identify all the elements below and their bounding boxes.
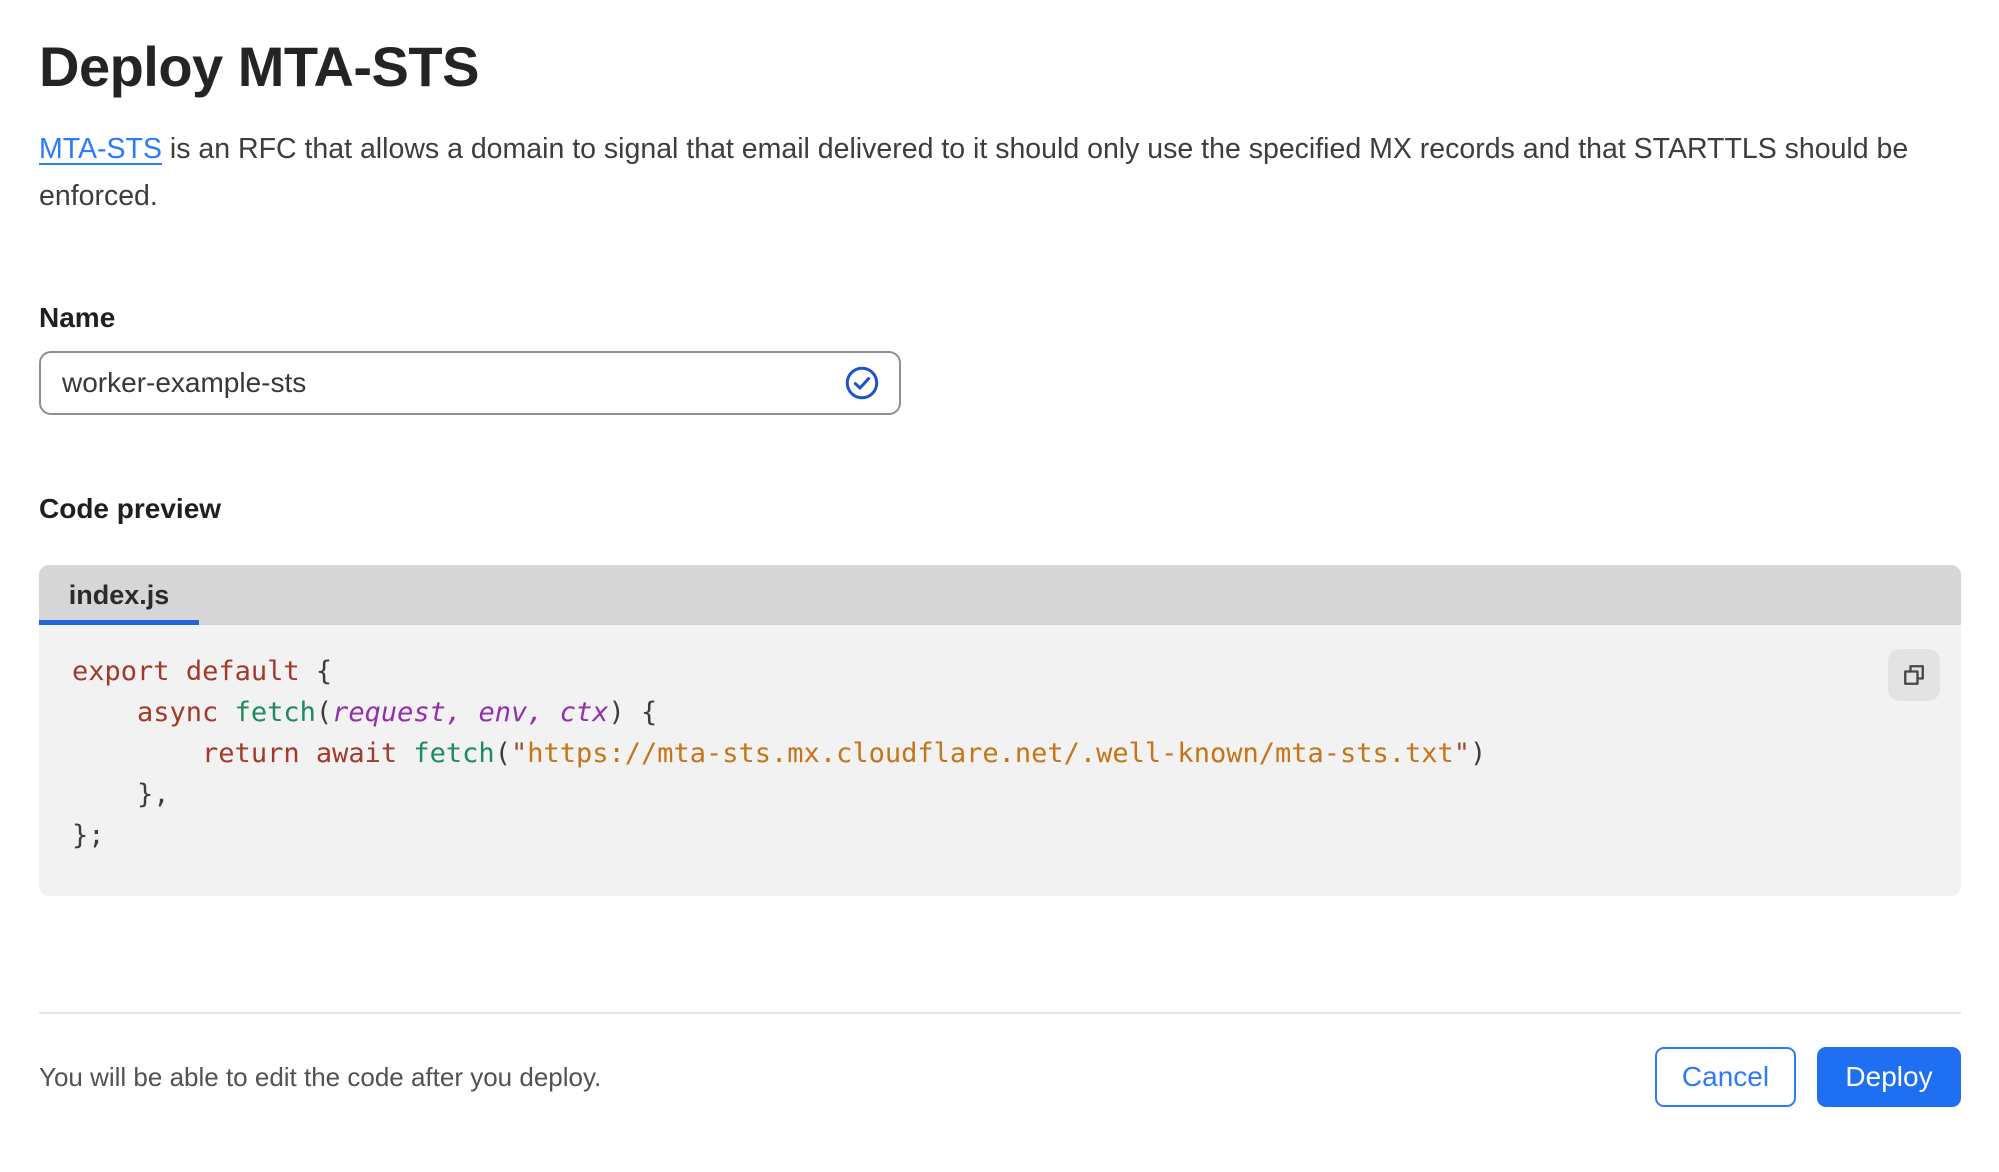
deploy-button[interactable]: Deploy: [1817, 1047, 1961, 1107]
code-line: return await fetch("https://mta-sts.mx.c…: [202, 738, 1487, 769]
name-input[interactable]: [62, 367, 843, 399]
code-line: async fetch(request, env, ctx) {: [137, 697, 658, 728]
code-line: export default {: [72, 656, 333, 687]
description-body: is an RFC that allows a domain to signal…: [39, 133, 1909, 212]
code-preview-card: index.js export default { async fetch(re…: [39, 565, 1961, 896]
description-text: MTA-STS is an RFC that allows a domain t…: [39, 126, 1931, 220]
page-title: Deploy MTA-STS: [39, 35, 479, 98]
name-input-container: [39, 351, 901, 415]
footer-divider: [39, 1012, 1961, 1014]
code-line: },: [72, 779, 170, 810]
footer-actions: Cancel Deploy: [1655, 1047, 1961, 1107]
check-circle-icon: [843, 364, 881, 402]
code-line: };: [72, 820, 105, 851]
code-tab-bar: index.js: [39, 565, 1961, 625]
mta-sts-link[interactable]: MTA-STS: [39, 133, 162, 165]
copy-icon: [1900, 661, 1928, 689]
code-lines: export default { async fetch(request, en…: [72, 651, 1871, 856]
footer-note: You will be able to edit the code after …: [39, 1061, 602, 1092]
cancel-button[interactable]: Cancel: [1655, 1047, 1796, 1107]
deploy-mta-sts-page: Deploy MTA-STS MTA-STS is an RFC that al…: [0, 34, 1999, 1107]
copy-code-button[interactable]: [1888, 649, 1940, 701]
footer-bar: You will be able to edit the code after …: [39, 1047, 1961, 1107]
tab-index-js[interactable]: index.js: [39, 565, 199, 625]
tab-label: index.js: [68, 579, 170, 610]
code-editor-preview: export default { async fetch(request, en…: [39, 625, 1961, 896]
name-label: Name: [39, 302, 116, 333]
code-preview-label: Code preview: [39, 493, 222, 524]
